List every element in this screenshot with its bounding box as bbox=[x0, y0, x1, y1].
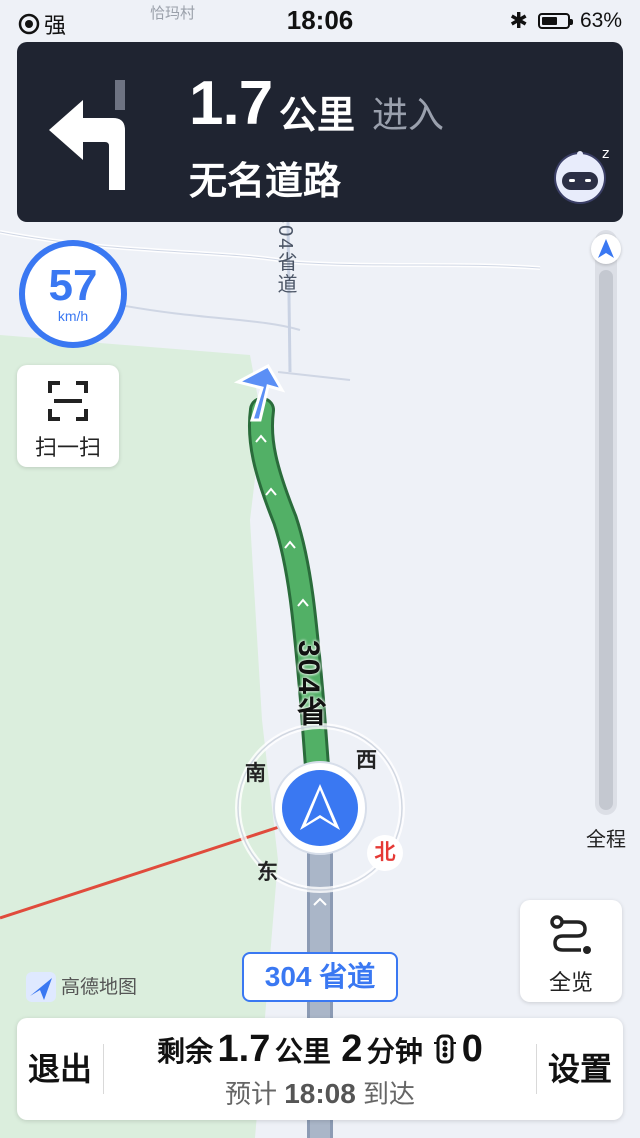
remain-distance: 1.7 bbox=[217, 1028, 271, 1070]
route-overview-icon bbox=[550, 915, 591, 954]
remain-prefix: 剩余 bbox=[157, 1036, 214, 1067]
scan-icon bbox=[48, 381, 88, 421]
turn-distance: 1.7 bbox=[189, 69, 273, 138]
eta-suffix: 到达 bbox=[363, 1079, 416, 1109]
next-road-name: 无名道路 bbox=[189, 161, 342, 203]
settings-button[interactable]: 设置 bbox=[537, 1018, 623, 1120]
map-label-route: 304省 bbox=[292, 640, 325, 729]
progress-label: 全程 bbox=[586, 829, 626, 851]
eta: 预计 18:08 到达 bbox=[103, 1074, 537, 1111]
logo-text: 高德地图 bbox=[61, 977, 138, 998]
speed-value: 57 bbox=[48, 261, 98, 310]
scan-button[interactable]: 扫一扫 bbox=[17, 365, 119, 467]
eta-time: 18:08 bbox=[284, 1078, 356, 1109]
remain-time: 2 bbox=[341, 1028, 363, 1070]
overview-label: 全览 bbox=[548, 970, 593, 995]
remain-time-unit: 分钟 bbox=[366, 1036, 423, 1067]
traffic-light-icon bbox=[434, 1034, 457, 1064]
app-logo: 高德地图 bbox=[25, 972, 137, 999]
voice-assistant-icon[interactable]: z bbox=[552, 142, 614, 208]
speed-unit: km/h bbox=[57, 308, 89, 324]
remaining-summary: 剩余 1.7 公里 2 分钟 0 bbox=[103, 1028, 537, 1071]
battery-icon bbox=[537, 13, 573, 29]
compass-north[interactable]: 北 bbox=[367, 835, 403, 871]
turn-left-icon bbox=[49, 80, 125, 190]
compass-west: 西 bbox=[356, 749, 377, 772]
route-progress-bar bbox=[590, 230, 622, 815]
compass-east: 东 bbox=[257, 861, 278, 884]
current-road-label: 304 省道 bbox=[242, 952, 398, 1002]
compass-south: 南 bbox=[245, 762, 266, 785]
status-bar: 强 18:06 ✱ 63% bbox=[0, 0, 640, 40]
turn-action: 进入 bbox=[372, 94, 445, 135]
scan-label: 扫一扫 bbox=[34, 435, 101, 460]
exit-button[interactable]: 退出 bbox=[17, 1018, 103, 1120]
traffic-light-count: 0 bbox=[461, 1028, 483, 1070]
navigation-banner[interactable]: 1.7 公里 进入 无名道路 z bbox=[17, 42, 623, 222]
remain-distance-unit: 公里 bbox=[274, 1036, 331, 1067]
trip-info-panel: 退出 剩余 1.7 公里 2 分钟 0 预计 18:08 到达 设置 bbox=[17, 1018, 623, 1120]
turn-distance-unit: 公里 bbox=[279, 95, 356, 137]
progress-position-icon bbox=[591, 234, 621, 264]
map-label-road-vertical: 304省道 bbox=[274, 212, 296, 296]
eta-prefix: 预计 bbox=[224, 1079, 277, 1109]
svg-text:z: z bbox=[602, 146, 609, 162]
bluetooth-icon: ✱ bbox=[509, 8, 528, 33]
battery-percent: 63% bbox=[579, 9, 622, 32]
overview-button[interactable]: 全览 bbox=[520, 900, 622, 1002]
speed-indicator: 57 km/h bbox=[19, 240, 127, 348]
